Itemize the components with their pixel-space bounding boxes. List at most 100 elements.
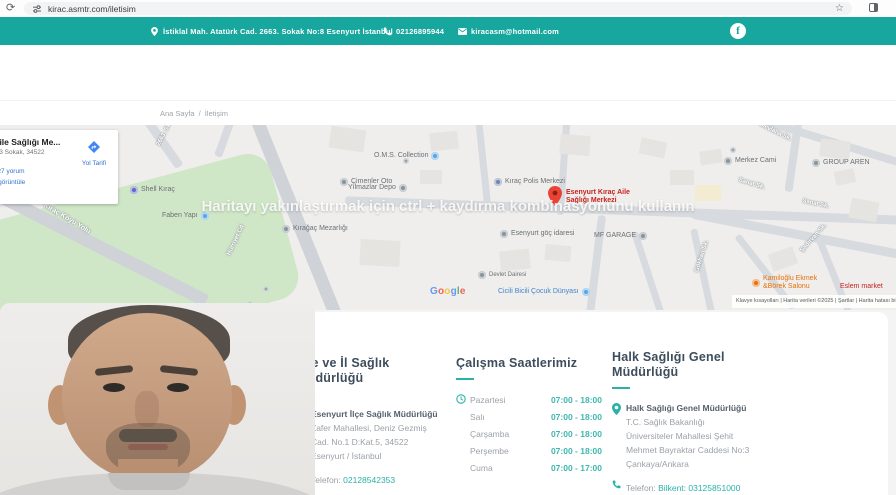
contact-col-district: İlçe ve İl Sağlık Müdürlüğü Esenyurt İlç… (297, 356, 447, 495)
map-bldg (670, 170, 694, 185)
poi-marker-icon (639, 232, 648, 241)
map-dot (263, 286, 269, 292)
url-text[interactable]: kirac.asmtr.com/iletisim (48, 4, 835, 14)
directions-label[interactable]: Yol Tarifi (76, 160, 112, 167)
hours-day: Pazartesi (470, 395, 506, 405)
hours-time: 07:00 - 18:00 (550, 412, 602, 422)
webcam-overlay (0, 303, 315, 495)
poi-marker-icon (724, 157, 732, 166)
col4-heading: Halk Sağlığı Genel Müdürlüğü (612, 350, 725, 379)
person-eye-right (167, 383, 189, 392)
directions-icon (88, 141, 100, 153)
topbar-phone[interactable]: 02126895944 (383, 17, 444, 45)
map-bldg (359, 238, 401, 268)
poi-marker-icon (812, 159, 820, 168)
map-bldg (767, 246, 799, 272)
col2-entry1: Esenyurt İlçe Sağlık Müdürlüğü Zafer Mah… (297, 407, 447, 463)
map-poi-label: Kırağaç Mezarlığı (282, 225, 348, 234)
map-bldg (819, 138, 851, 160)
info-card-reviews-link[interactable]: 27 yorum (0, 168, 25, 175)
person-collar (108, 473, 190, 490)
heading-underline (456, 378, 474, 380)
hours-row: Cuma 07:00 - 17:00 (470, 460, 602, 477)
map-info-card: Kıraç Aile Sağlığı Me... zi Cd. 2663 Sok… (0, 130, 118, 204)
directions-button[interactable]: Yol Tarifi (76, 140, 112, 167)
hours-row: Perşembe 07:00 - 18:00 (470, 443, 602, 460)
map-bldg (328, 125, 367, 153)
breadcrumb-current: İletişim (204, 109, 229, 118)
poi-marker-icon (478, 271, 486, 279)
person-mouth (128, 444, 168, 450)
map-bldg (499, 248, 531, 272)
poi-marker-icon (282, 225, 290, 234)
site-settings-icon[interactable] (32, 4, 42, 14)
map-poi-label: Esenyurt göç idaresi (500, 230, 574, 239)
hours-time: 07:00 - 17:00 (550, 463, 602, 473)
hours-entry: Pazartesi 07:00 - 18:00 Salı 07:00 - 18:00 Ç… (456, 392, 602, 477)
map-bldg (429, 130, 459, 152)
hours-row: Salı 07:00 - 18:00 (470, 409, 602, 426)
map-poi-label: O.M.S. Collection (374, 152, 440, 161)
topbar-address: İstiklal Mah. Atatürk Cad. 2663. Sokak N… (150, 17, 393, 45)
google-logo-letter: G (430, 286, 438, 297)
col4-phone-entry: Telefon: Bilkent: 03125851000 Sıhhiye: 0… (612, 478, 782, 495)
topbar-email[interactable]: kiracasm@hotmail.com (458, 17, 559, 45)
poi-marker-icon (752, 279, 760, 288)
hours-day: Perşembe (470, 446, 509, 456)
address-bar[interactable]: kirac.asmtr.com/iletisim ☆ (24, 2, 852, 15)
person-eye-left (103, 383, 125, 392)
contact-topbar: İstiklal Mah. Atatürk Cad. 2663. Sokak N… (0, 17, 896, 45)
poi-marker-icon (494, 178, 502, 187)
hours-time: 07:00 - 18:00 (550, 429, 602, 439)
breadcrumb: Ana Sayfa / İletişim (160, 109, 228, 118)
map-poi-label: Eslem market (840, 283, 883, 290)
map-bldg (559, 133, 591, 157)
map-road (631, 231, 666, 310)
breadcrumb-separator: / (198, 109, 201, 118)
poi-marker-icon (500, 230, 508, 239)
map-poi-label: Kamiloğlu Ekmek &Börek Salonu (752, 275, 817, 291)
map-zoom-hint: Haritayı yakınlaştırmak için ctrl + kayd… (201, 198, 695, 215)
site-header: ☪ İSTANBUL İL SAĞLIK MÜDÜRLÜĞÜ ESENYURT … (0, 45, 896, 134)
map-street-label: Sanat Sk. (737, 177, 766, 191)
poi-marker-icon (431, 152, 440, 161)
mail-icon (458, 27, 467, 35)
hours-row: Pazartesi 07:00 - 18:00 (470, 392, 602, 409)
map-poi-label: Kıraç Polis Merkezi (494, 178, 565, 187)
poi-marker-icon (581, 288, 590, 297)
hours-day: Salı (470, 412, 485, 422)
reload-icon[interactable]: ⟳ (6, 1, 15, 14)
hours-day: Cuma (470, 463, 493, 473)
clock-icon (456, 394, 466, 404)
hours-day: Çarşamba (470, 429, 510, 439)
map-poi-label: Devlet Dairesi (478, 271, 526, 279)
contact-col-hours: Çalışma Saatlerimiz Pazartesi 07:00 - 18:… (456, 356, 602, 484)
hours-time: 07:00 - 18:00 (550, 446, 602, 456)
map-embed[interactable]: 2663. Sk. O.M.S. Collection Çimenler Oto Sh… (0, 125, 896, 310)
poi-marker-icon (398, 184, 407, 193)
hours-list: Pazartesi 07:00 - 18:00 Salı 07:00 - 18:00 Ç… (470, 392, 602, 477)
map-poi-label: Cicili Bicili Çocuk Dünyası (498, 288, 590, 297)
bookmark-star-icon[interactable]: ☆ (835, 3, 844, 14)
view-larger-map-link[interactable]: k haritayı görüntüle (0, 179, 110, 186)
side-panel-icon[interactable] (869, 3, 878, 12)
map-attribution[interactable]: Klavye kısayolları | Harita verileri ©20… (732, 295, 896, 308)
map-poi-label: MF GARAGE (594, 232, 648, 241)
facebook-icon[interactable]: f (730, 23, 746, 39)
map-dot (730, 147, 736, 153)
breadcrumb-home[interactable]: Ana Sayfa (160, 109, 195, 118)
phone-icon (612, 480, 621, 489)
screen: { "browser": { "url": "kirac.asmtr.com/i… (0, 0, 896, 495)
col4-phone-link[interactable]: Bilkent: 03125851000 (658, 483, 740, 493)
heading-underline (612, 387, 630, 389)
map-bldg (699, 148, 723, 166)
breadcrumb-bar: Ana Sayfa / İletişim (0, 100, 896, 126)
col2-phone-link[interactable]: 02128542353 (343, 475, 395, 485)
col4-address-entry: Halk Sağlığı Genel Müdürlüğü T.C. Sağlık… (612, 401, 782, 471)
map-bldg (420, 170, 442, 184)
phone-icon (383, 26, 392, 35)
person-mustache (119, 429, 177, 442)
google-logo: Google (430, 286, 466, 297)
map-road (214, 125, 238, 158)
map-bldg (638, 137, 668, 159)
